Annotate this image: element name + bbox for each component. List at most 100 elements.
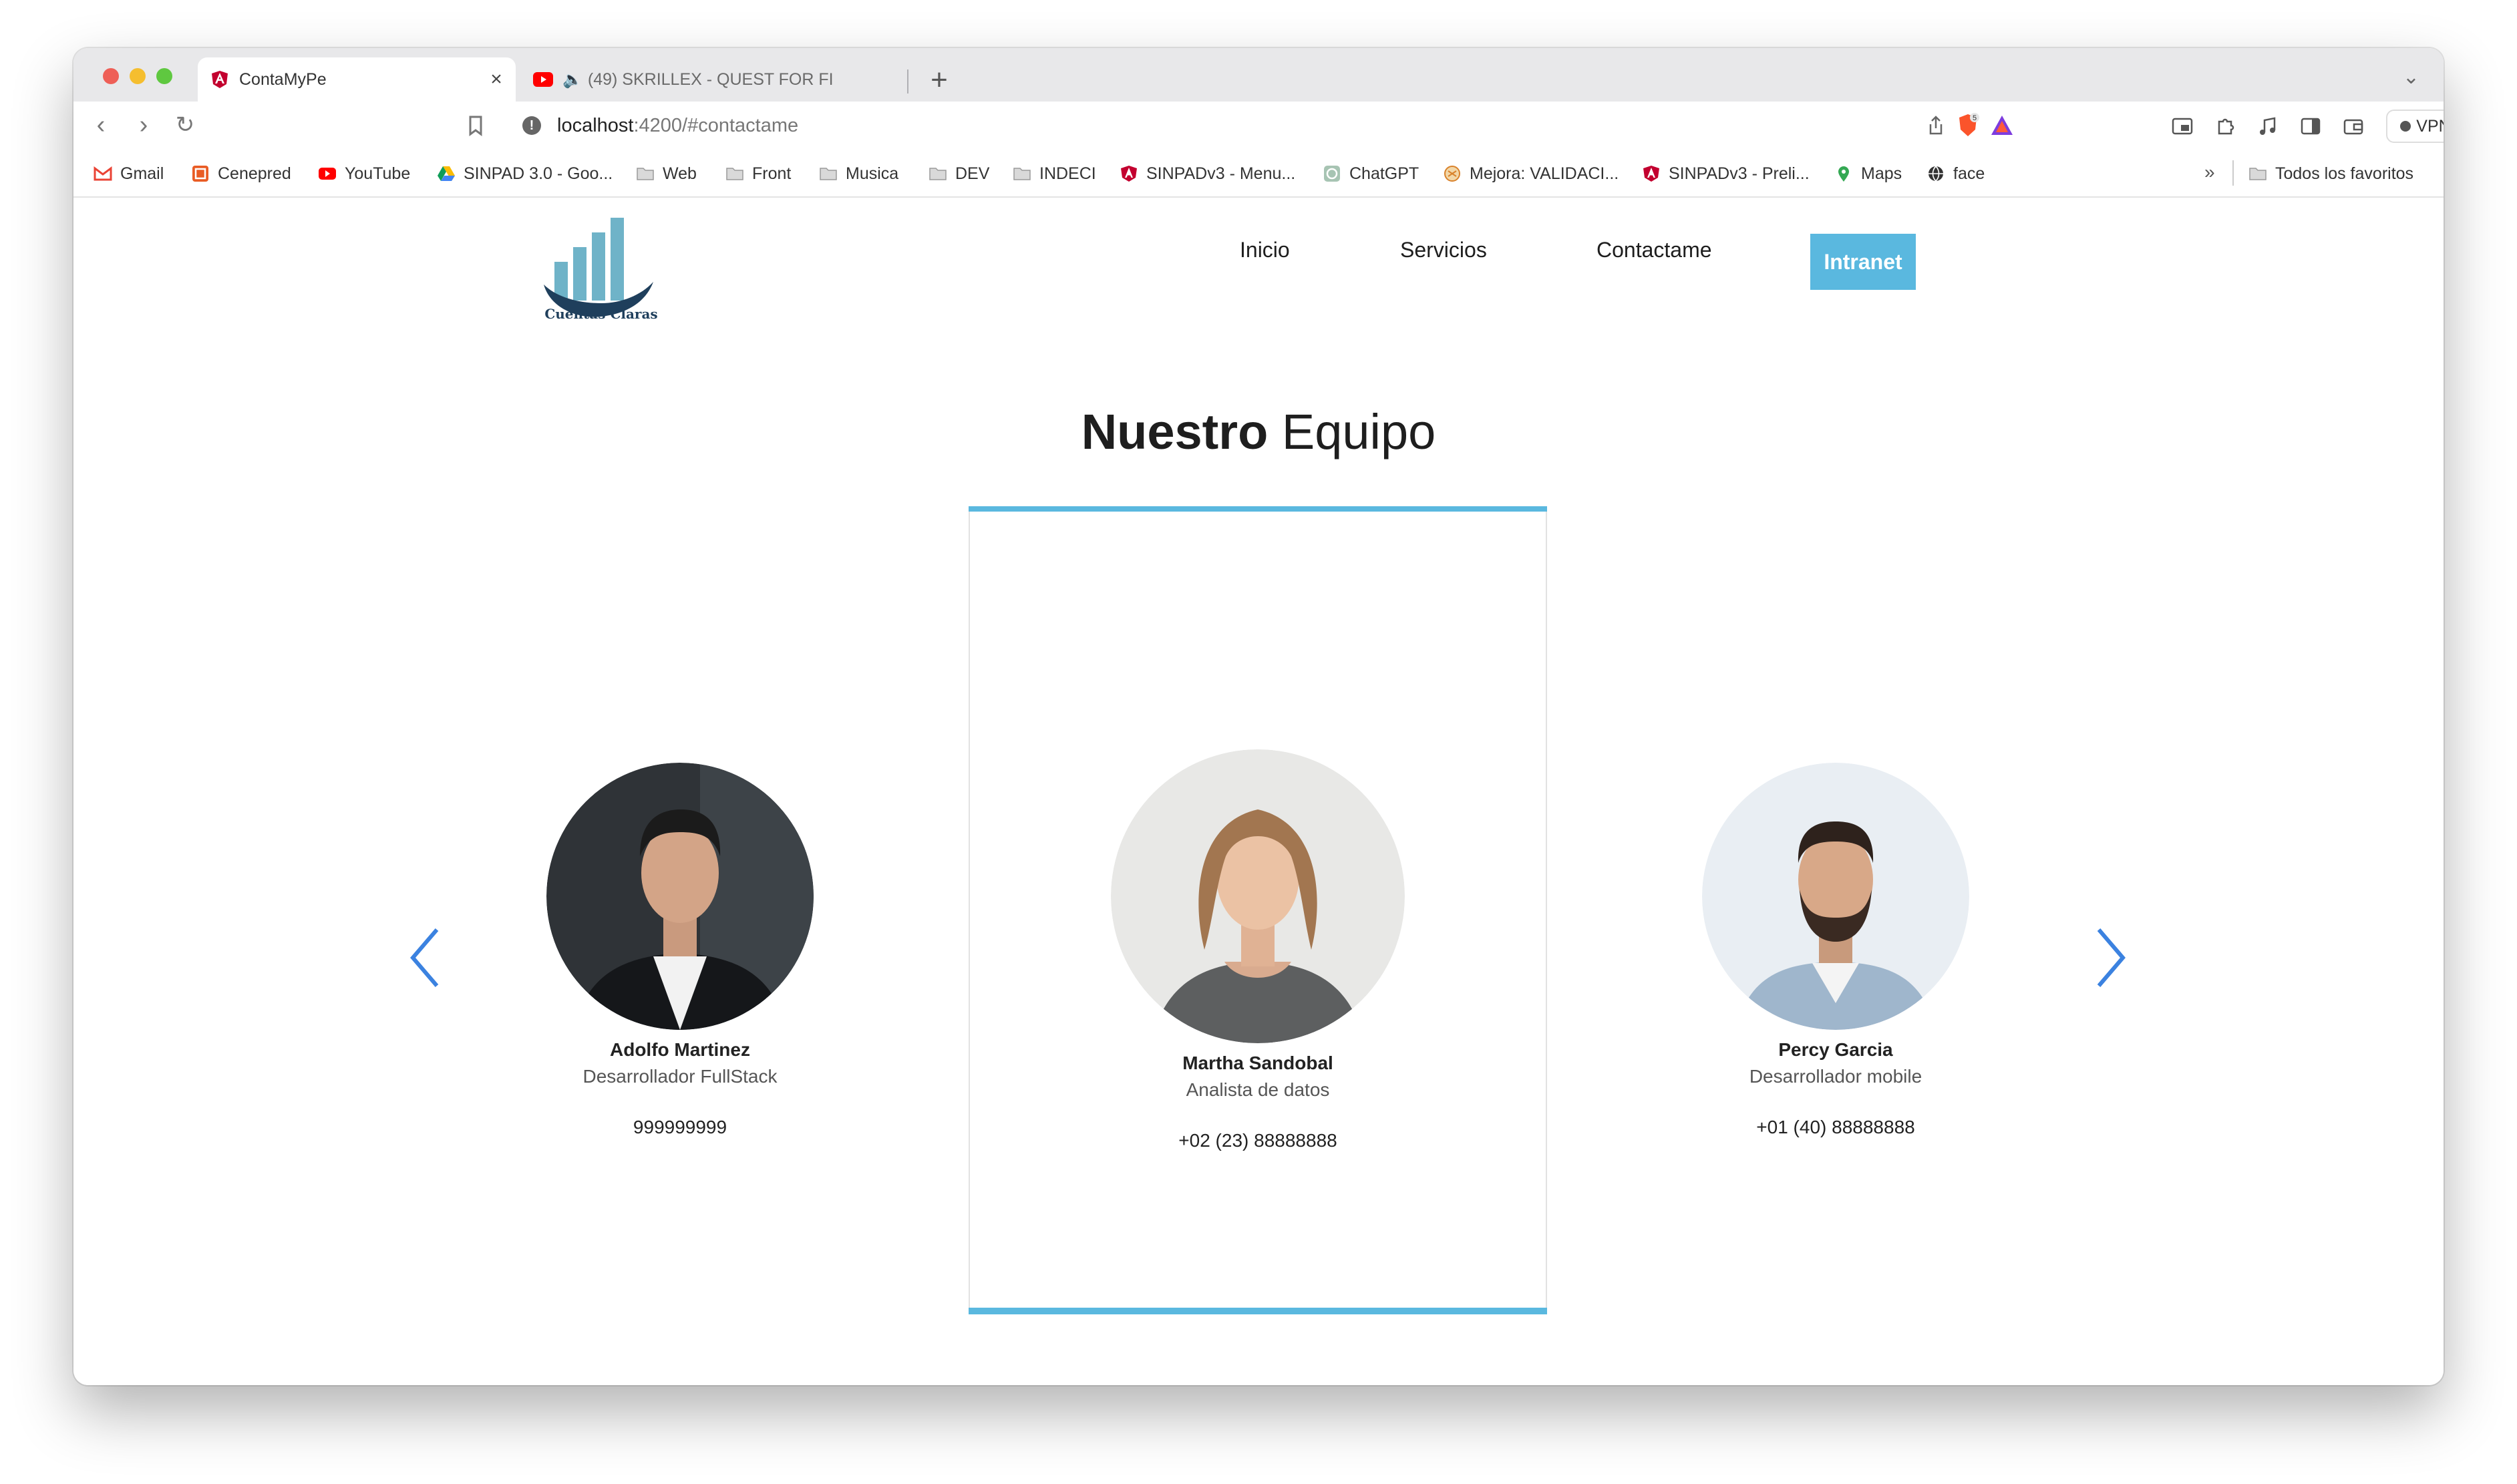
bookmark-maps[interactable]: Maps xyxy=(1834,163,1902,184)
bookmark-label: SINPAD 3.0 - Goo... xyxy=(464,164,613,183)
brave-rewards-icon[interactable] xyxy=(1989,114,2015,138)
close-tab-icon[interactable]: × xyxy=(486,68,506,91)
folder-icon xyxy=(637,168,654,180)
bookmark-sinpad[interactable]: SINPAD 3.0 - Goo... xyxy=(437,163,613,184)
team-member-1[interactable]: Adolfo Martinez Desarrollador FullStack … xyxy=(480,763,880,1138)
reload-icon[interactable]: ↻ xyxy=(170,110,200,140)
speaker-icon[interactable]: 🔈 xyxy=(562,70,582,89)
new-tab-button[interactable]: + xyxy=(920,61,958,99)
bookmark-label: SINPADv3 - Preli... xyxy=(1669,164,1810,183)
bookmark-icon[interactable] xyxy=(461,111,490,140)
brave-shield-icon[interactable]: 5 xyxy=(1955,112,1981,139)
bookmark-label: Web xyxy=(663,164,697,183)
tab-contamype[interactable]: ContaMyPe × xyxy=(198,57,516,102)
bookmark-label: Todos los favoritos xyxy=(2275,164,2414,183)
member-name: Martha Sandobal xyxy=(1182,1053,1333,1073)
close-window-button[interactable] xyxy=(103,68,119,84)
folder-icon xyxy=(820,168,837,180)
member-phone: +02 (23) 88888888 xyxy=(1178,1130,1337,1151)
folder-icon xyxy=(1013,168,1031,180)
member-role: Desarrollador mobile xyxy=(1749,1066,1922,1087)
carousel-prev-icon[interactable] xyxy=(405,926,445,990)
member-role: Analista de datos xyxy=(1186,1079,1330,1100)
section-title: Nuestro Equipo xyxy=(1081,404,1436,459)
minimize-window-button[interactable] xyxy=(130,68,146,84)
tab-strip: ContaMyPe × 🔈 (49) SKRILLEX - QUEST FOR … xyxy=(73,48,2444,102)
angular-icon xyxy=(1121,166,1137,182)
bookmark-label: YouTube xyxy=(345,164,411,183)
folder-icon xyxy=(929,168,947,180)
folder-icon xyxy=(726,168,743,180)
bookmark-folder-dev[interactable]: DEV xyxy=(929,163,989,184)
share-icon[interactable] xyxy=(1925,115,1947,136)
maximize-window-button[interactable] xyxy=(156,68,172,84)
wallet-icon[interactable] xyxy=(2342,115,2365,138)
tab-separator xyxy=(907,69,908,94)
browser-window: ContaMyPe × 🔈 (49) SKRILLEX - QUEST FOR … xyxy=(73,48,2444,1385)
extensions-icon[interactable] xyxy=(2214,115,2236,138)
team-member-2[interactable]: Martha Sandobal Analista de datos +02 (2… xyxy=(1057,749,1458,1151)
bookmark-youtube[interactable]: YouTube xyxy=(318,163,410,184)
info-icon[interactable]: ! xyxy=(522,116,541,135)
team-member-3[interactable]: Percy Garcia Desarrollador mobile +01 (4… xyxy=(1635,763,2036,1138)
bookmark-face[interactable]: face xyxy=(1926,163,1985,184)
bookmark-gmail[interactable]: Gmail xyxy=(94,163,164,184)
carousel-next-icon[interactable] xyxy=(2091,926,2131,990)
all-bookmarks-folder[interactable]: Todos los favoritos xyxy=(2248,163,2413,184)
logo-text: Cuentas Claras xyxy=(544,306,658,322)
bookmark-label: face xyxy=(1953,164,1985,183)
vpn-label: VPN xyxy=(2416,116,2444,136)
nav-inicio[interactable]: Inicio xyxy=(1240,238,1290,262)
nav-servicios[interactable]: Servicios xyxy=(1400,238,1487,262)
media-icon[interactable] xyxy=(2256,115,2279,138)
nav-contactame[interactable]: Contactame xyxy=(1597,238,1712,262)
bookmark-label: ChatGPT xyxy=(1349,164,1419,183)
address-bar[interactable]: ! localhost:4200/#contactame 5 xyxy=(505,107,2017,144)
gmail-icon xyxy=(94,166,112,181)
svg-text:5: 5 xyxy=(1973,114,1977,122)
bookmark-label: Maps xyxy=(1861,164,1902,183)
bookmark-cenepred[interactable]: Cenepred xyxy=(191,163,291,184)
member-role: Desarrollador FullStack xyxy=(582,1066,778,1087)
maps-icon xyxy=(1838,166,1849,182)
page-content: Cuentas Claras Inicio Servicios Contacta… xyxy=(73,198,2444,1385)
tab-title: ContaMyPe xyxy=(239,69,327,89)
drive-icon xyxy=(438,166,455,181)
youtube-icon xyxy=(533,69,553,89)
tab-youtube[interactable]: 🔈 (49) SKRILLEX - QUEST FOR FI xyxy=(521,57,911,102)
youtube-icon xyxy=(319,168,336,180)
bookmark-sinpadv3-preli[interactable]: SINPADv3 - Preli... xyxy=(1642,163,1810,184)
more-bookmarks-button[interactable]: » xyxy=(2204,162,2215,183)
picture-in-picture-icon[interactable] xyxy=(2171,115,2194,138)
bookmark-chatgpt[interactable]: ChatGPT xyxy=(1323,163,1419,184)
sidebar-icon[interactable] xyxy=(2299,115,2322,138)
vpn-status-icon xyxy=(2400,121,2411,132)
forward-icon[interactable]: › xyxy=(128,110,159,140)
avatar xyxy=(546,763,814,1030)
bookmarks-divider xyxy=(2232,160,2234,186)
url-text[interactable]: localhost:4200/#contactame xyxy=(557,115,798,137)
back-icon[interactable]: ‹ xyxy=(86,110,116,140)
bookmark-mejora[interactable]: Mejora: VALIDACI... xyxy=(1443,163,1619,184)
card-bottom-border xyxy=(969,1308,1547,1314)
vpn-button[interactable]: VPN xyxy=(2386,110,2444,143)
avatar xyxy=(1702,763,1969,1030)
bookmark-folder-musica[interactable]: Musica xyxy=(819,163,898,184)
member-phone: +01 (40) 88888888 xyxy=(1756,1117,1915,1137)
bookmark-label: SINPADv3 - Menu... xyxy=(1146,164,1296,183)
bookmark-folder-indeci[interactable]: INDECI xyxy=(1013,163,1096,184)
bookmark-label: Front xyxy=(752,164,792,183)
member-name: Percy Garcia xyxy=(1778,1039,1893,1060)
bookmark-label: Musica xyxy=(846,164,899,183)
bookmark-folder-front[interactable]: Front xyxy=(725,163,791,184)
folder-icon xyxy=(2249,168,2267,180)
bookmark-folder-web[interactable]: Web xyxy=(636,163,697,184)
mejora-icon xyxy=(1444,166,1460,182)
toolbar: ‹ › ↻ ! localhost:4200/#contactame 5 VP xyxy=(73,102,2444,150)
avatar xyxy=(1111,749,1405,1043)
chatgpt-icon xyxy=(1324,166,1340,182)
bookmark-sinpadv3-menu[interactable]: SINPADv3 - Menu... xyxy=(1120,163,1295,184)
intranet-button[interactable]: Intranet xyxy=(1810,234,1916,290)
chevron-down-icon[interactable]: ⌄ xyxy=(2403,65,2419,89)
bookmark-label: Gmail xyxy=(120,164,164,183)
